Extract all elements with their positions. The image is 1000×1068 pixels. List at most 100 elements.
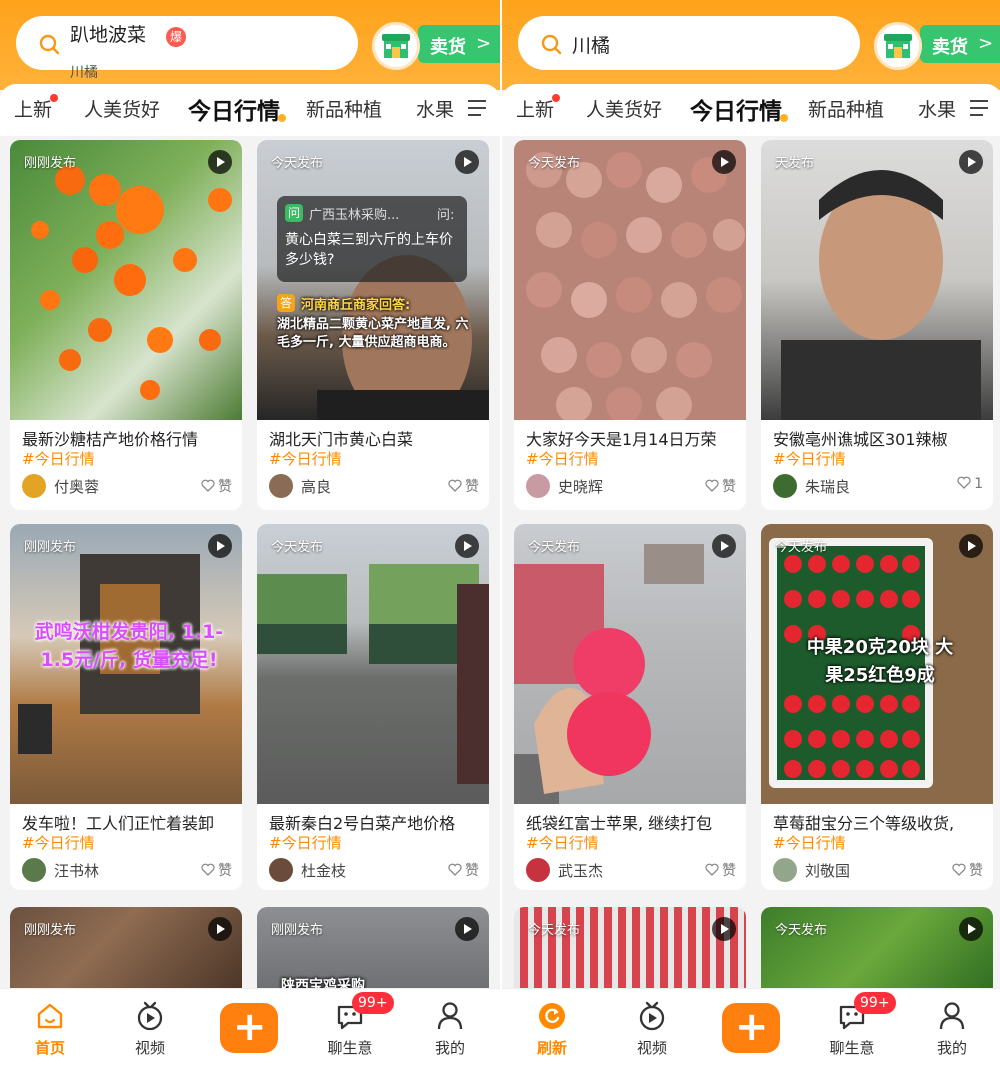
tab-label: 聊生意	[327, 1039, 373, 1057]
publish-button[interactable]: +	[722, 1003, 780, 1053]
sell-button[interactable]: 卖货 >	[372, 22, 500, 70]
publish-badge: 天发布	[775, 156, 815, 171]
author-name: 武玉杰	[558, 862, 604, 880]
play-icon	[712, 150, 736, 174]
active-indicator	[780, 114, 788, 122]
play-icon	[959, 917, 983, 941]
like-label: 赞	[465, 863, 479, 879]
video-thumbnail: 陕西宝鸡采购 刚刚发布	[257, 907, 489, 997]
like-button[interactable]: 赞	[705, 860, 736, 880]
tab-label: 视频	[636, 1039, 667, 1057]
top-header: 趴地波菜 爆 川橘 卖货 >	[0, 0, 500, 90]
tab-new[interactable]: 上新	[516, 95, 554, 122]
overlay-caption: 武鸣沃柑发贵阳, 1.1-1.5元/斤, 货量充足!	[34, 621, 224, 671]
play-icon	[208, 534, 232, 558]
heart-icon	[705, 863, 719, 876]
video-thumbnail: 刚刚发布	[10, 140, 242, 420]
feed-card[interactable]: 今天发布 最新秦白2号白菜产地价格 #今日行情 杜金枝 赞	[257, 524, 489, 890]
feed-card[interactable]: 今天发布 纸袋红富士苹果, 继续打包 #今日行情 武玉杰 赞	[514, 524, 746, 890]
author-name: 刘敬国	[805, 862, 851, 880]
video-thumbnail: 今天发布	[514, 140, 746, 420]
publish-badge: 刚刚发布	[24, 156, 77, 171]
author-name: 汪书林	[54, 862, 100, 880]
like-count: 1	[974, 476, 983, 492]
tab-market-today[interactable]: 今日行情	[690, 92, 782, 126]
feed-card[interactable]: 刚刚发布	[10, 907, 242, 997]
video-icon	[639, 1001, 665, 1031]
like-button[interactable]: 赞	[201, 476, 232, 496]
feed-card[interactable]: 问 广西玉林采购... 问: 黄心白菜三到六斤的上车价多少钱? 答 河南商丘商家…	[257, 140, 489, 510]
card-tag[interactable]: #今日行情	[269, 832, 342, 853]
publish-badge: 今天发布	[775, 540, 828, 555]
tab-video[interactable]: 视频	[612, 989, 692, 1068]
question-from: 广西玉林采购...	[309, 208, 400, 223]
tab-new-varieties[interactable]: 新品种植	[306, 95, 382, 122]
author-name: 付奥蓉	[54, 478, 100, 496]
like-button[interactable]: 赞	[952, 860, 983, 880]
author-name: 史晓辉	[558, 478, 604, 496]
menu-icon[interactable]	[970, 100, 988, 116]
question-tail: 问:	[437, 208, 455, 223]
tab-me[interactable]: 我的	[410, 989, 490, 1068]
tab-fruit[interactable]: 水果	[918, 95, 956, 122]
like-button[interactable]: 赞	[448, 476, 479, 496]
tab-beautiful-goods[interactable]: 人美货好	[586, 95, 662, 122]
video-thumbnail: 今天发布	[761, 907, 993, 997]
video-thumbnail: 刚刚发布	[10, 907, 242, 997]
card-tag[interactable]: #今日行情	[22, 832, 95, 853]
card-tag[interactable]: #今日行情	[773, 448, 846, 469]
feed-card[interactable]: 武鸣沃柑发贵阳, 1.1-1.5元/斤, 货量充足! 刚刚发布 发车啦！工人们正…	[10, 524, 242, 890]
like-button[interactable]: 赞	[448, 860, 479, 880]
like-button[interactable]: 赞	[705, 476, 736, 496]
search-suggestion: 趴地波菜	[70, 24, 147, 46]
feed-card[interactable]: 今天发布	[514, 907, 746, 997]
tab-refresh[interactable]: 刷新	[512, 989, 592, 1068]
card-tag[interactable]: #今日行情	[269, 448, 342, 469]
tab-video[interactable]: 视频	[110, 989, 190, 1068]
like-label: 赞	[969, 863, 983, 879]
like-button[interactable]: 1	[957, 476, 983, 492]
tab-new-varieties[interactable]: 新品种植	[808, 95, 884, 122]
card-tag[interactable]: #今日行情	[526, 448, 599, 469]
tab-me[interactable]: 我的	[912, 989, 992, 1068]
search-bar[interactable]: 川橘	[518, 16, 860, 70]
tab-home[interactable]: 首页	[10, 989, 90, 1068]
publish-badge: 今天发布	[271, 156, 324, 171]
publish-button[interactable]: +	[220, 1003, 278, 1053]
feed-card[interactable]: 天发布 安徽亳州谯城区301辣椒 #今日行情 朱瑞良 1	[761, 140, 993, 510]
feed-card[interactable]: 今天发布	[761, 907, 993, 997]
feed-card[interactable]: 陕西宝鸡采购 刚刚发布	[257, 907, 489, 997]
video-thumbnail: 问 广西玉林采购... 问: 黄心白菜三到六斤的上车价多少钱? 答 河南商丘商家…	[257, 140, 489, 420]
publish-badge: 刚刚发布	[24, 540, 77, 555]
chevron-right-icon: >	[476, 33, 492, 54]
category-tabs: 上新 人美货好 今日行情 新品种植 水果	[502, 84, 1000, 136]
tab-market-today[interactable]: 今日行情	[188, 92, 280, 126]
search-suggestion-next: 川橘	[70, 65, 98, 81]
publish-badge: 刚刚发布	[24, 923, 77, 938]
search-bar[interactable]: 趴地波菜 爆 川橘	[16, 16, 358, 81]
feed-card[interactable]: 中果20克20块 大果25红色9成 今天发布 草莓甜宝分三个等级收货, #今日行…	[761, 524, 993, 890]
feed-card[interactable]: 今天发布 大家好今天是1月14日万荣 #今日行情 史晓辉 赞	[514, 140, 746, 510]
publish-badge: 今天发布	[528, 923, 581, 938]
video-thumbnail: 今天发布	[257, 524, 489, 804]
feed-card[interactable]: 刚刚发布 最新沙糖桔产地价格行情 #今日行情 付奥蓉 赞	[10, 140, 242, 510]
question-prefix: 问	[285, 204, 303, 222]
heart-icon	[952, 863, 966, 876]
video-thumbnail: 今天发布	[514, 524, 746, 804]
tab-beautiful-goods[interactable]: 人美货好	[84, 95, 160, 122]
menu-icon[interactable]	[468, 100, 486, 116]
new-dot	[50, 94, 58, 102]
tab-new[interactable]: 上新	[14, 95, 52, 122]
card-tag[interactable]: #今日行情	[22, 448, 95, 469]
tab-fruit[interactable]: 水果	[416, 95, 454, 122]
card-tag[interactable]: #今日行情	[526, 832, 599, 853]
video-thumbnail: 天发布	[761, 140, 993, 420]
avatar	[22, 474, 46, 498]
card-tag[interactable]: #今日行情	[773, 832, 846, 853]
like-button[interactable]: 赞	[201, 860, 232, 880]
tab-label: 聊生意	[829, 1039, 875, 1057]
sell-button[interactable]: 卖货 >	[874, 22, 1000, 70]
user-icon	[939, 1002, 965, 1030]
bottom-tabbar: 刷新 视频 + 聊生意 99+ 我的	[502, 988, 1000, 1068]
question-text: 黄心白菜三到六斤的上车价多少钱?	[285, 232, 453, 268]
